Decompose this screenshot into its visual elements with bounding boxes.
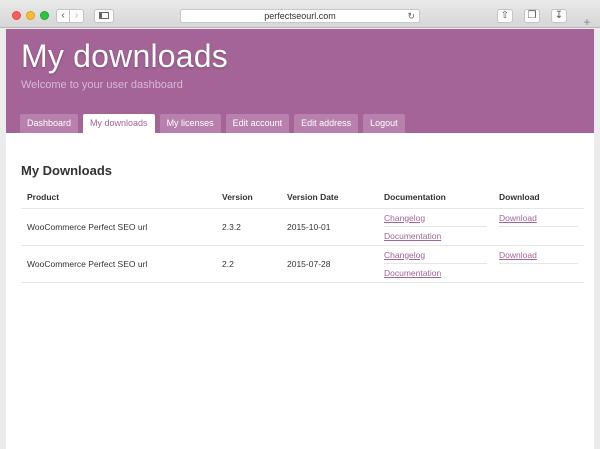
tabs-overview-button[interactable]: ❐	[524, 9, 540, 23]
sidebar-toggle-button[interactable]	[94, 9, 114, 23]
documentation-cell: Changelog Documentation	[378, 245, 493, 283]
tab-edit-address[interactable]: Edit address	[294, 114, 359, 133]
chevron-left-icon: ‹	[61, 10, 65, 21]
product-version: 2.2	[216, 245, 281, 283]
chevron-right-icon: ›	[74, 10, 79, 21]
minimize-window-button[interactable]	[26, 11, 35, 20]
page-subtitle: Welcome to your user dashboard	[21, 79, 183, 91]
documentation-link[interactable]: Documentation	[384, 227, 487, 245]
share-icon: ⇧	[500, 10, 510, 21]
tab-edit-account[interactable]: Edit account	[225, 114, 290, 133]
tab-dashboard[interactable]: Dashboard	[20, 114, 79, 133]
product-name: WooCommerce Perfect SEO url	[21, 208, 216, 246]
column-header-version: Version	[216, 192, 281, 209]
plus-icon: +	[583, 15, 591, 29]
tab-my-licenses[interactable]: My licenses	[159, 114, 221, 133]
downloads-table: Product Version Version Date Documentati…	[21, 192, 584, 283]
new-tab-button[interactable]: +	[580, 16, 594, 28]
column-header-version-date: Version Date	[281, 192, 378, 209]
changelog-link[interactable]: Changelog	[384, 209, 487, 227]
downloads-button[interactable]: ↧	[551, 9, 567, 23]
section-heading: My Downloads	[21, 163, 113, 178]
download-link[interactable]: Download	[499, 246, 578, 264]
download-cell: Download	[493, 208, 584, 246]
version-date: 2015-07-28	[281, 245, 378, 283]
tab-logout[interactable]: Logout	[363, 114, 405, 133]
close-window-button[interactable]	[12, 11, 21, 20]
column-header-download: Download	[493, 192, 584, 209]
zoom-window-button[interactable]	[40, 11, 49, 20]
account-nav: Dashboard My downloads My licenses Edit …	[20, 114, 405, 133]
version-date: 2015-10-01	[281, 208, 378, 246]
reload-icon[interactable]: ↻	[407, 10, 415, 22]
table-row: WooCommerce Perfect SEO url 2.2 2015-07-…	[21, 245, 584, 283]
download-icon: ↧	[554, 10, 564, 21]
site-header: My downloads Welcome to your user dashbo…	[6, 29, 594, 133]
column-header-documentation: Documentation	[378, 192, 493, 209]
sidebar-icon	[99, 12, 109, 19]
page-title: My downloads	[21, 38, 228, 74]
product-version: 2.3.2	[216, 208, 281, 246]
browser-toolbar: ‹ › perfectseourl.com ↻ ⇧ ❐ ↧ +	[0, 0, 600, 28]
product-name: WooCommerce Perfect SEO url	[21, 245, 216, 283]
documentation-link[interactable]: Documentation	[384, 264, 487, 282]
table-header-row: Product Version Version Date Documentati…	[21, 192, 584, 209]
documentation-cell: Changelog Documentation	[378, 208, 493, 246]
table-row: WooCommerce Perfect SEO url 2.3.2 2015-1…	[21, 208, 584, 246]
share-button[interactable]: ⇧	[497, 9, 513, 23]
tabs-icon: ❐	[527, 10, 537, 21]
forward-button[interactable]: ›	[70, 9, 84, 23]
web-page: My downloads Welcome to your user dashbo…	[6, 29, 594, 449]
column-header-product: Product	[21, 192, 216, 209]
changelog-link[interactable]: Changelog	[384, 246, 487, 264]
download-cell: Download	[493, 245, 584, 283]
address-bar[interactable]: perfectseourl.com ↻	[180, 9, 420, 23]
download-link[interactable]: Download	[499, 209, 578, 227]
tab-my-downloads[interactable]: My downloads	[83, 114, 155, 133]
back-button[interactable]: ‹	[56, 9, 70, 23]
url-text: perfectseourl.com	[264, 11, 336, 21]
main-content: My Downloads Product Version Version Dat…	[6, 133, 594, 283]
